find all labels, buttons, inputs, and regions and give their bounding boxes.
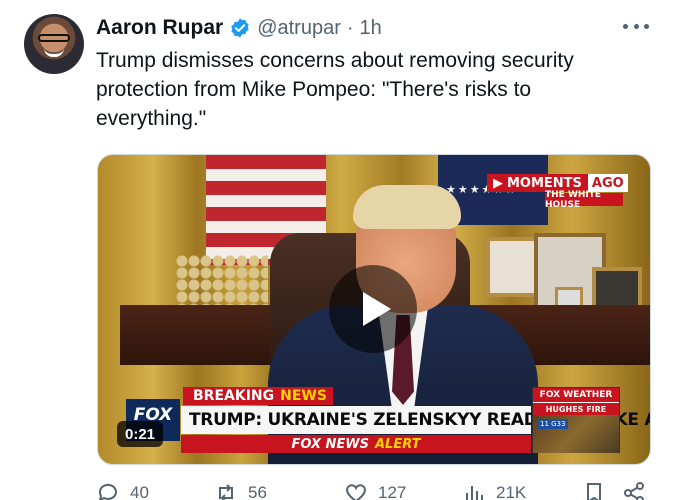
weather-map: 11 G33 [533,415,619,453]
alert-source: FOX NEWS [291,436,369,452]
challenge-coins-display [176,255,268,311]
more-options-icon[interactable] [623,16,649,36]
reply-button[interactable]: 40 [96,481,214,500]
share-icon [624,482,644,500]
share-button[interactable] [622,481,652,500]
bookmark-icon [587,483,601,500]
weather-tag: 11 G33 [537,419,569,429]
chyron-headline: TRUMP: UKRAINE'S ZELENSKYY READY TO MAKE… [181,406,650,434]
retweet-count: 56 [248,483,267,500]
location-label: THE WHITE HOUSE [545,190,623,210]
fox-news-alert-bar: FOX NEWS ALERT [181,435,531,453]
like-icon [346,484,366,500]
avatar-glasses [38,34,70,42]
alert-word: ALERT [374,436,421,452]
play-arrow-icon: ▶ [493,175,503,191]
play-button[interactable] [329,265,417,353]
moments-label: MOMENTS [507,175,582,191]
bookmark-button[interactable] [582,481,622,500]
breaking-word: BREAKING [193,388,275,404]
weather-subtitle: HUGHES FIRE [533,402,619,415]
author-handle[interactable]: @atrupar [257,17,341,40]
verified-badge-icon[interactable] [229,17,251,39]
views-icon [466,486,483,500]
tweet-actions-bar: 40 56 127 21K [96,481,656,500]
views-count: 21K [496,483,527,500]
weather-box: FOX WEATHER HUGHES FIRE 11 G33 [532,387,620,453]
reply-count: 40 [130,483,149,500]
separator-dot: · [346,16,354,39]
tweet-header: Aaron Rupar @atrupar · 1h [96,14,382,42]
reply-icon [98,483,117,500]
news-word: NEWS [280,388,327,404]
avatar-smile [44,48,64,57]
video-duration: 0:21 [117,421,164,447]
tweet-text: Trump dismisses concerns about removing … [96,49,574,130]
video-player[interactable]: ★★★★★★ ▶ MOMENTS AGO THE WHITE HOUSE FOX … [97,154,651,465]
play-icon [363,292,391,326]
views-button[interactable]: 21K [462,481,582,500]
weather-title: FOX WEATHER [533,388,619,402]
author-name[interactable]: Aaron Rupar [96,16,223,40]
author-avatar[interactable] [24,14,84,74]
like-button[interactable]: 127 [344,481,462,500]
breaking-news-label: BREAKING NEWS [183,387,333,405]
like-count: 127 [378,483,407,500]
person-hair [353,185,461,229]
retweet-icon [219,484,233,500]
timestamp[interactable]: 1h [360,17,382,40]
retweet-button[interactable]: 56 [214,481,344,500]
